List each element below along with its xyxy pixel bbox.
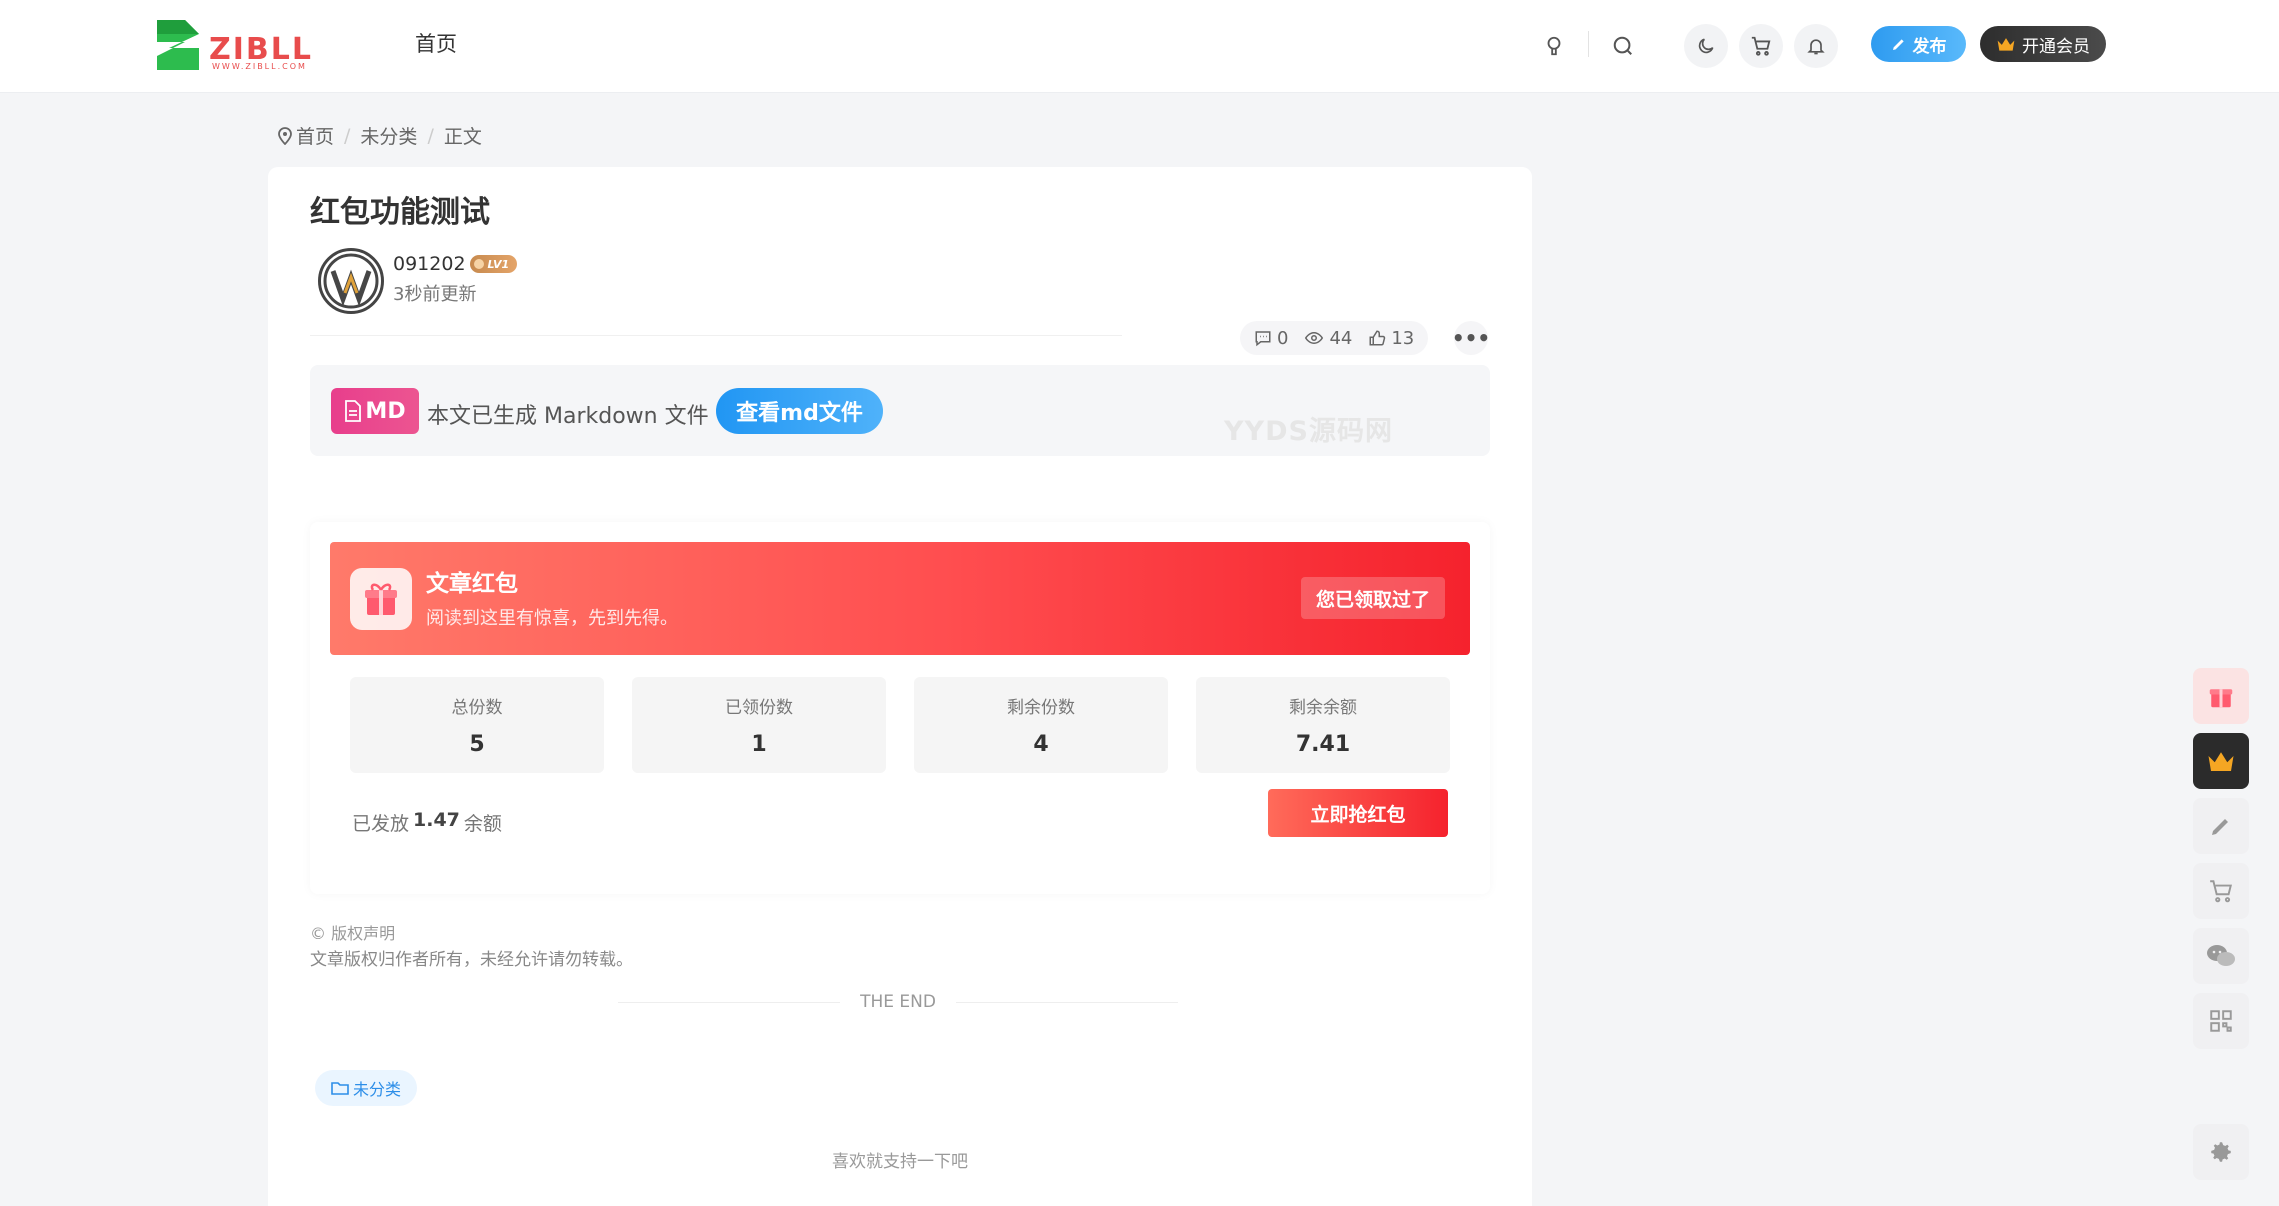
update-time: 3秒前更新 — [393, 284, 477, 305]
eye-icon — [1305, 331, 1324, 345]
float-edit-icon[interactable] — [2193, 798, 2249, 854]
comment-icon — [1255, 331, 1271, 347]
dark-mode-icon[interactable] — [1684, 24, 1728, 68]
copyright-title: © 版权声明 — [310, 924, 396, 943]
file-icon — [345, 400, 362, 422]
level-badge: LV1 — [469, 255, 518, 273]
vip-label: 开通会员 — [2022, 36, 2090, 57]
header-divider — [1588, 31, 1589, 57]
breadcrumb-home[interactable]: 首页 — [296, 122, 334, 149]
view-md-button[interactable]: 查看md文件 — [716, 388, 883, 434]
red-packet-header: 文章红包 阅读到这里有惊喜，先到先得。 您已领取过了 — [330, 542, 1470, 655]
user-icon[interactable] — [1532, 24, 1576, 68]
float-settings-icon[interactable] — [2193, 1124, 2249, 1180]
more-options-icon[interactable]: ••• — [1452, 321, 1490, 355]
author-name-row: 091202 LV1 — [393, 253, 518, 275]
float-qrcode-icon[interactable] — [2193, 993, 2249, 1049]
float-cart-icon[interactable] — [2193, 863, 2249, 919]
stat-claimed: 已领份数 1 — [632, 677, 886, 773]
stat-remaining: 剩余份数 4 — [914, 677, 1168, 773]
breadcrumb-current: 正文 — [443, 126, 482, 148]
breadcrumb-separator: / — [427, 124, 434, 147]
float-wechat-icon[interactable] — [2193, 928, 2249, 984]
the-end-text: THE END — [860, 992, 936, 1012]
author-avatar[interactable] — [318, 248, 384, 314]
breadcrumb: 首页 / 未分类 / 正文 — [278, 122, 482, 149]
logo-mark-icon — [157, 20, 199, 70]
publish-button[interactable]: 发布 — [1871, 26, 1966, 62]
site-logo[interactable]: ZIBLL WWW.ZIBLL.COM — [155, 18, 320, 72]
author-name[interactable]: 091202 — [393, 253, 466, 275]
markdown-text: 本文已生成 Markdown 文件 — [427, 404, 709, 429]
notification-bell-icon[interactable] — [1794, 24, 1838, 68]
stat-balance: 剩余余额 7.41 — [1196, 677, 1450, 773]
gift-icon — [350, 568, 412, 630]
crown-icon — [1997, 38, 2015, 51]
view-count: 44 — [1304, 328, 1352, 349]
article-card: 红包功能测试 091202 LV1 3秒前更新 0 44 13 ••• MD 本… — [268, 167, 1532, 1206]
md-badge: MD — [331, 388, 419, 434]
thumbs-up-icon — [1369, 330, 1386, 346]
level-badge-icon — [473, 259, 484, 269]
folder-icon — [331, 1082, 349, 1095]
logo-subtext: WWW.ZIBLL.COM — [212, 62, 307, 71]
breadcrumb-category[interactable]: 未分类 — [360, 122, 417, 149]
site-header: ZIBLL WWW.ZIBLL.COM 首页 发布 开通会员 — [0, 0, 2279, 92]
red-packet-stats: 总份数 5 已领份数 1 剩余份数 4 剩余余额 7.41 — [350, 677, 1450, 773]
red-packet-title: 文章红包 — [426, 571, 518, 597]
nav-home-link[interactable]: 首页 — [415, 28, 457, 58]
level-text: LV1 — [487, 257, 510, 271]
article-meta: 0 44 13 — [1240, 321, 1429, 355]
red-packet-card: 文章红包 阅读到这里有惊喜，先到先得。 您已领取过了 总份数 5 已领份数 1 … — [310, 522, 1490, 894]
copyright-text: 文章版权归作者所有，未经允许请勿转载。 — [310, 950, 633, 970]
location-pin-icon — [278, 126, 292, 145]
claimed-badge: 您已领取过了 — [1301, 577, 1445, 619]
grab-red-packet-button[interactable]: 立即抢红包 — [1268, 789, 1448, 837]
comment-count[interactable]: 0 — [1254, 328, 1288, 349]
support-text: 喜欢就支持一下吧 — [832, 1152, 968, 1172]
watermark: YYDS源码网 — [1224, 416, 1393, 447]
the-end-divider: THE END — [618, 992, 1178, 1012]
red-packet-subtitle: 阅读到这里有惊喜，先到先得。 — [426, 608, 678, 629]
breadcrumb-separator: / — [344, 124, 351, 147]
article-title: 红包功能测试 — [310, 195, 490, 230]
meta-divider — [310, 335, 1122, 336]
vip-button[interactable]: 开通会员 — [1980, 26, 2106, 62]
float-crown-icon[interactable] — [2193, 733, 2249, 789]
category-tag[interactable]: 未分类 — [315, 1070, 418, 1106]
publish-label: 发布 — [1912, 36, 1947, 57]
float-gift-icon[interactable] — [2193, 668, 2249, 724]
search-icon[interactable] — [1601, 24, 1645, 68]
pencil-icon — [1892, 39, 1904, 50]
issued-amount: 已发放 1.47 余额 — [352, 809, 502, 835]
cart-icon[interactable] — [1739, 24, 1783, 68]
stat-total: 总份数 5 — [350, 677, 604, 773]
wordpress-logo-icon — [323, 253, 379, 309]
like-count[interactable]: 13 — [1368, 328, 1414, 349]
